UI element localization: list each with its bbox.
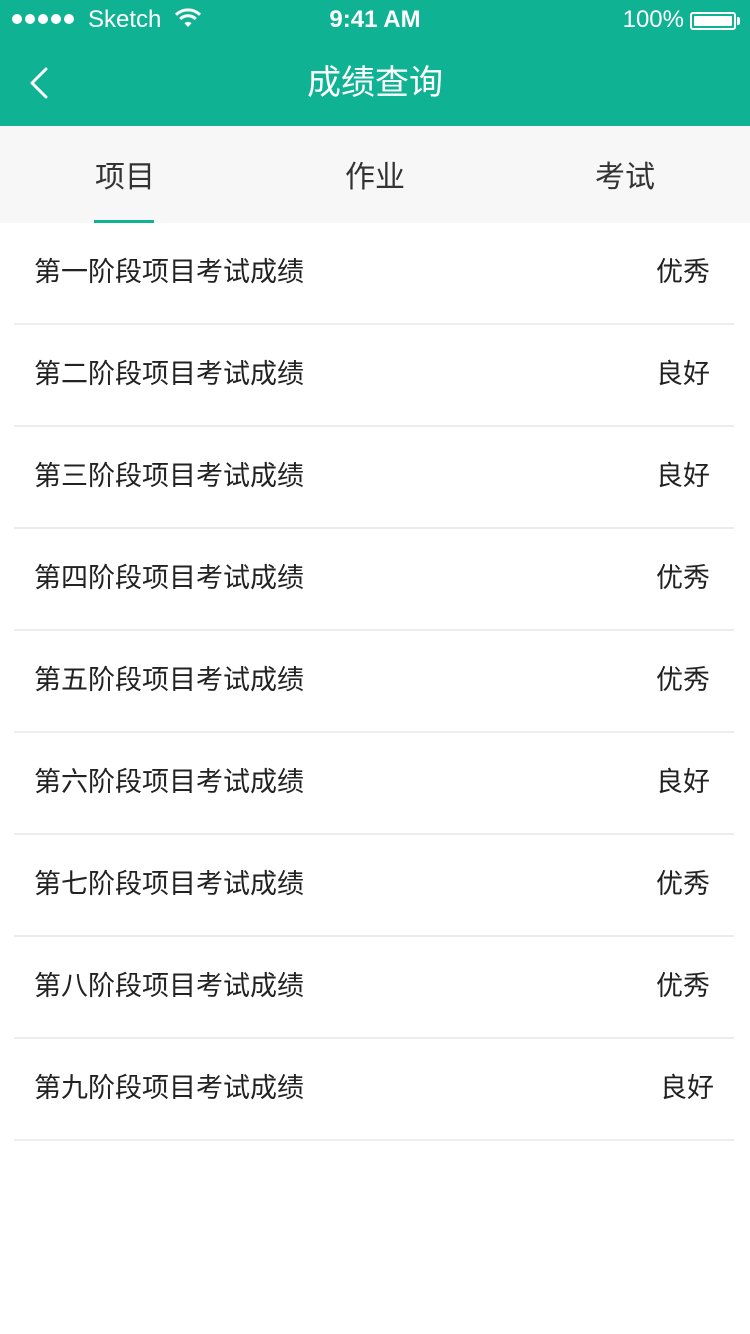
tab-exams[interactable]: 考试: [500, 126, 750, 223]
list-item[interactable]: 第四阶段项目考试成绩 优秀: [14, 529, 734, 631]
list-item[interactable]: 第六阶段项目考试成绩 良好: [14, 733, 734, 835]
tab-bar: 项目 作业 考试: [0, 126, 750, 223]
list-item-title: 第一阶段项目考试成绩: [34, 257, 304, 288]
score-list: 第一阶段项目考试成绩 优秀 第二阶段项目考试成绩 良好 第三阶段项目考试成绩 良…: [0, 223, 750, 1141]
list-item-grade: 良好: [660, 1073, 714, 1104]
list-item-title: 第八阶段项目考试成绩: [34, 971, 304, 1002]
list-item[interactable]: 第七阶段项目考试成绩 优秀: [14, 835, 734, 937]
list-item[interactable]: 第三阶段项目考试成绩 良好: [14, 427, 734, 529]
list-item-grade: 良好: [656, 767, 710, 798]
list-item-title: 第二阶段项目考试成绩: [34, 359, 304, 390]
list-item[interactable]: 第九阶段项目考试成绩 良好: [14, 1039, 734, 1141]
battery-percentage: 100%: [622, 6, 684, 33]
list-item[interactable]: 第一阶段项目考试成绩 优秀: [14, 223, 734, 325]
list-item[interactable]: 第八阶段项目考试成绩 优秀: [14, 937, 734, 1039]
list-item-grade: 优秀: [656, 665, 710, 696]
list-item-title: 第三阶段项目考试成绩: [34, 461, 304, 492]
list-item-grade: 优秀: [656, 869, 710, 900]
battery-icon: [690, 12, 740, 30]
tab-projects[interactable]: 项目: [0, 126, 250, 223]
list-item-title: 第九阶段项目考试成绩: [34, 1073, 304, 1104]
status-bar: Sketch 9:41 AM 100%: [0, 0, 750, 40]
page-title: 成绩查询: [307, 63, 443, 103]
list-item[interactable]: 第二阶段项目考试成绩 良好: [14, 325, 734, 427]
list-item-title: 第七阶段项目考试成绩: [34, 869, 304, 900]
list-item-grade: 良好: [656, 359, 710, 390]
tab-homework[interactable]: 作业: [250, 126, 500, 223]
list-item-grade: 良好: [656, 461, 710, 492]
list-item-title: 第五阶段项目考试成绩: [34, 665, 304, 696]
list-item-title: 第四阶段项目考试成绩: [34, 563, 304, 594]
list-item-grade: 优秀: [656, 563, 710, 594]
list-item[interactable]: 第五阶段项目考试成绩 优秀: [14, 631, 734, 733]
list-item-grade: 优秀: [656, 971, 710, 1002]
list-item-grade: 优秀: [656, 257, 710, 288]
list-item-title: 第六阶段项目考试成绩: [34, 767, 304, 798]
app-header: Sketch 9:41 AM 100% 成绩查询: [0, 0, 750, 126]
